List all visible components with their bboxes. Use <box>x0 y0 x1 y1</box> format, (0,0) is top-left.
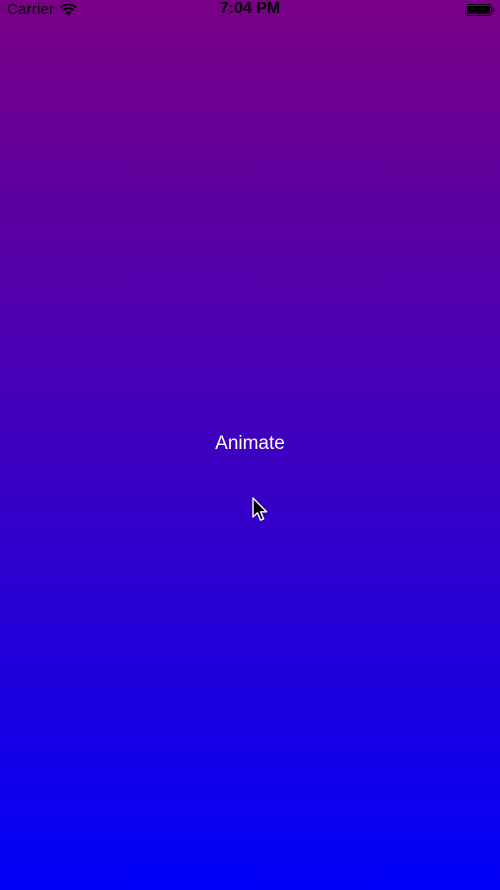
battery-icon <box>465 4 495 16</box>
mouse-cursor-icon <box>252 497 268 521</box>
animate-button-label: Animate <box>215 433 285 454</box>
app-screen: Carrier 7:04 PM Animate <box>0 0 500 890</box>
status-bar: Carrier 7:04 PM <box>0 0 500 20</box>
status-time: 7:04 PM <box>219 0 281 17</box>
animate-button[interactable]: Animate <box>0 433 500 455</box>
